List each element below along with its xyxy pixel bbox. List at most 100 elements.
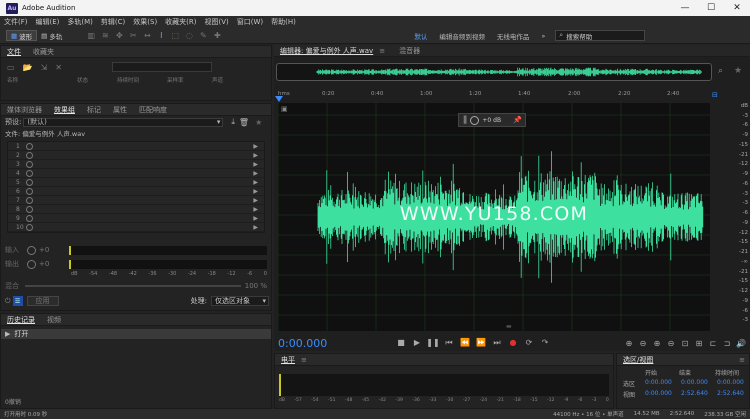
process-select[interactable]: 仅选区对象 ▾ bbox=[211, 296, 269, 306]
view-start[interactable]: 0:00.000 bbox=[645, 390, 681, 399]
tab-match-loudness[interactable]: 匹配响度 bbox=[133, 105, 173, 115]
chevron-right-icon[interactable]: ▶ bbox=[253, 206, 258, 213]
effect-slot[interactable]: 7 ▶ bbox=[8, 196, 264, 205]
time-ruler[interactable]: hms 0:20 0:40 1:00 1:20 1:40 2:00 2:20 2… bbox=[278, 91, 710, 101]
zoom-in-time-icon[interactable]: ⊕ bbox=[650, 339, 664, 348]
volume-icon[interactable]: 🔊 bbox=[734, 339, 748, 348]
time-selection-tool-icon[interactable]: I bbox=[156, 31, 166, 41]
waveform-display[interactable]: ▐ +0 dB 📌 WWW.YU158.COM ▬ ▣ bbox=[278, 103, 710, 331]
tab-history[interactable]: 历史记录 bbox=[1, 315, 41, 325]
zoom-out-amplitude-icon[interactable]: ⊖ bbox=[636, 339, 650, 348]
power-icon[interactable] bbox=[26, 223, 33, 231]
tab-files[interactable]: 文件 bbox=[1, 47, 27, 57]
effect-slot[interactable]: 10 ▶ bbox=[8, 223, 264, 232]
import-icon[interactable]: ⇲ bbox=[41, 63, 48, 72]
apply-button[interactable]: 应用 bbox=[26, 296, 59, 306]
power-icon[interactable] bbox=[26, 169, 33, 177]
favorite-star-icon[interactable]: ★ bbox=[255, 118, 262, 127]
rewind-button[interactable]: ⏪ bbox=[457, 338, 473, 348]
menu-favorites[interactable]: 收藏夹(R) bbox=[165, 17, 196, 27]
skip-button[interactable]: ↷ bbox=[537, 338, 553, 348]
menu-view[interactable]: 视图(V) bbox=[205, 17, 229, 27]
lasso-tool-icon[interactable]: ◌ bbox=[184, 31, 194, 41]
tab-media-browser[interactable]: 媒体浏览器 bbox=[1, 105, 48, 115]
output-gain-value[interactable]: +0 bbox=[39, 260, 69, 268]
time-display[interactable]: 0:00.000 bbox=[278, 337, 378, 350]
power-icon[interactable] bbox=[26, 214, 33, 222]
db-scale-icon[interactable]: ⊟ bbox=[712, 91, 718, 99]
files-filter-input[interactable] bbox=[111, 62, 212, 72]
favorite-star-icon[interactable]: ★ bbox=[734, 66, 742, 76]
power-icon[interactable] bbox=[26, 205, 33, 213]
effect-slot[interactable]: 6 ▶ bbox=[8, 187, 264, 196]
minimize-button[interactable]: — bbox=[672, 0, 698, 16]
power-icon[interactable]: ⏻ bbox=[5, 297, 11, 306]
db-scale[interactable]: ⊟ dB -3 -6 -9 -15 -21 -12 -9 -6 -3 -3 -6 -9 -12 -15 -21… bbox=[710, 91, 750, 331]
effect-slot[interactable]: 1 ▶ bbox=[8, 142, 264, 151]
effect-slot[interactable]: 5 ▶ bbox=[8, 178, 264, 187]
chevron-right-icon[interactable]: ▶ bbox=[253, 143, 258, 150]
hud-gain-knob[interactable] bbox=[470, 115, 480, 125]
pin-icon[interactable]: 📌 bbox=[513, 116, 522, 124]
chevron-right-icon[interactable]: ▶ bbox=[253, 161, 258, 168]
tab-level[interactable]: 电平 bbox=[275, 355, 301, 365]
rack-list-icon[interactable]: ☰ bbox=[12, 296, 23, 306]
output-gain-knob[interactable] bbox=[27, 259, 36, 269]
move-tool-icon[interactable]: ✥ bbox=[114, 31, 124, 41]
menu-icon[interactable]: ≡ bbox=[379, 47, 385, 55]
view-end[interactable]: 2:52.640 bbox=[681, 390, 717, 399]
power-icon[interactable] bbox=[26, 142, 33, 150]
tab-effects-rack[interactable]: 效果组 bbox=[48, 105, 81, 115]
go-end-button[interactable]: ⏭ bbox=[489, 338, 505, 348]
menu-icon[interactable]: ≡ bbox=[739, 356, 745, 364]
input-gain-knob[interactable] bbox=[27, 245, 36, 255]
chevron-right-icon[interactable]: ▶ bbox=[253, 224, 258, 231]
power-icon[interactable] bbox=[26, 196, 33, 204]
menu-edit[interactable]: 编辑(E) bbox=[36, 17, 60, 27]
new-file-icon[interactable]: ▭ bbox=[7, 63, 15, 72]
selection-end[interactable]: 0:00.000 bbox=[681, 379, 717, 388]
spectral-icon[interactable]: ▥ bbox=[86, 31, 96, 41]
open-file-icon[interactable]: 📂 bbox=[23, 63, 33, 72]
marquee-tool-icon[interactable]: ⬚ bbox=[170, 31, 180, 41]
maximize-button[interactable]: ☐ bbox=[698, 0, 724, 16]
power-icon[interactable] bbox=[26, 151, 33, 159]
razor-tool-icon[interactable]: ✂ bbox=[128, 31, 138, 41]
menu-window[interactable]: 窗口(W) bbox=[237, 17, 263, 27]
tab-selection-view[interactable]: 选区/视图 bbox=[617, 355, 659, 365]
power-icon[interactable] bbox=[26, 187, 33, 195]
view-duration[interactable]: 2:52.640 bbox=[717, 390, 744, 399]
chevron-right-icon[interactable]: ▶ bbox=[253, 179, 258, 186]
col-samplerate[interactable]: 采样率 bbox=[167, 76, 212, 84]
delete-preset-icon[interactable]: 🗑 bbox=[239, 118, 249, 127]
col-channels[interactable]: 声道 bbox=[212, 76, 242, 84]
zoom-full-icon[interactable]: ⊡ bbox=[678, 339, 692, 348]
menu-effects[interactable]: 效果(S) bbox=[133, 17, 157, 27]
tab-mixer[interactable]: 混音器 bbox=[393, 46, 426, 56]
power-icon[interactable] bbox=[26, 178, 33, 186]
record-button[interactable]: ● bbox=[505, 338, 521, 348]
zoom-icon[interactable]: ⌕ bbox=[718, 66, 723, 76]
go-start-button[interactable]: ⏮ bbox=[441, 338, 457, 348]
power-icon[interactable] bbox=[26, 160, 33, 168]
input-gain-value[interactable]: +0 bbox=[39, 246, 69, 254]
zoom-right-icon[interactable]: ⊐ bbox=[720, 339, 734, 348]
tab-favorites[interactable]: 收藏夹 bbox=[27, 47, 60, 57]
col-name[interactable]: 名称 bbox=[7, 76, 77, 84]
zoom-out-time-icon[interactable]: ⊖ bbox=[664, 339, 678, 348]
play-button[interactable]: ▶ bbox=[409, 338, 425, 348]
selection-start[interactable]: 0:00.000 bbox=[645, 379, 681, 388]
col-status[interactable]: 状态 bbox=[77, 76, 117, 84]
zoom-in-amplitude-icon[interactable]: ⊕ bbox=[622, 339, 636, 348]
save-preset-icon[interactable]: ⤓ bbox=[231, 117, 235, 127]
menu-clip[interactable]: 剪辑(C) bbox=[101, 17, 125, 27]
tab-markers[interactable]: 标记 bbox=[81, 105, 107, 115]
menu-multitrack[interactable]: 多轨(M) bbox=[67, 17, 93, 27]
workspace-edit-to-video[interactable]: 编辑音频到视频 bbox=[439, 31, 485, 41]
help-search-input[interactable]: 搜索帮助 bbox=[566, 31, 592, 41]
col-duration[interactable]: 持续时间 bbox=[117, 76, 167, 84]
waveform-overview[interactable] bbox=[276, 63, 712, 81]
tab-video[interactable]: 视频 bbox=[41, 315, 67, 325]
zoom-left-icon[interactable]: ⊏ bbox=[706, 339, 720, 348]
playhead-marker[interactable] bbox=[275, 96, 283, 102]
